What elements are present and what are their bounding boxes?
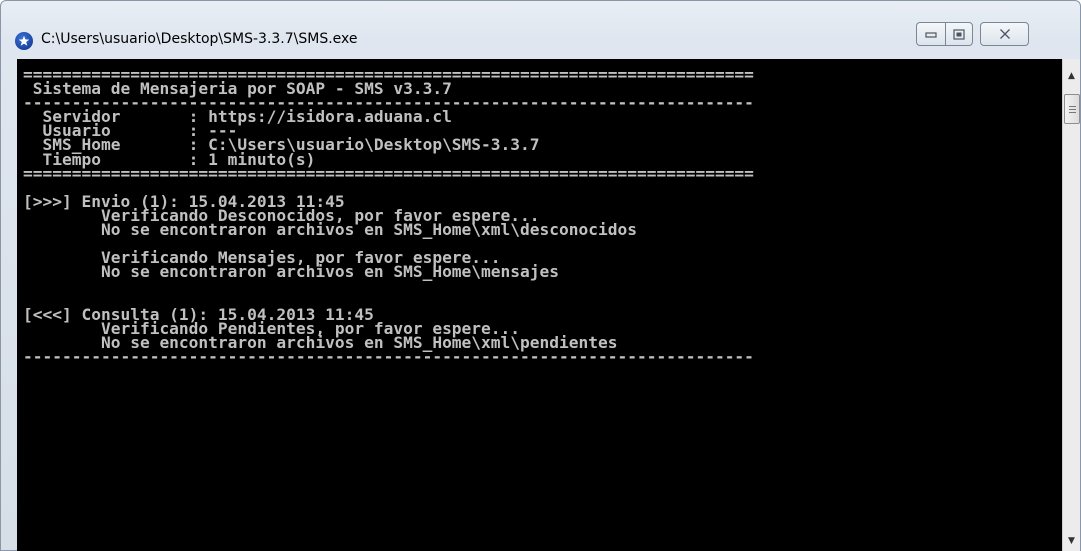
- console-text: ========================================…: [17, 59, 1062, 364]
- close-group: [980, 22, 1029, 46]
- console-output[interactable]: ========================================…: [17, 59, 1062, 551]
- console-line: ----------------------------------------…: [23, 346, 754, 366]
- thumb-grip: [1068, 105, 1076, 107]
- close-icon: [999, 29, 1010, 39]
- console-line: No se encontraron archivos en SMS_Home\x…: [23, 220, 637, 240]
- scrollbar-thumb[interactable]: [1064, 94, 1080, 124]
- minimize-button[interactable]: [916, 22, 945, 46]
- maximize-button[interactable]: [945, 22, 973, 46]
- window-title: C:\Users\usuario\Desktop\SMS-3.3.7\SMS.e…: [41, 31, 358, 47]
- min-max-group: [916, 22, 973, 46]
- app-icon[interactable]: [15, 32, 33, 50]
- thumb-grip: [1068, 108, 1076, 110]
- thumb-grip: [1068, 111, 1076, 113]
- console-line: ========================================…: [23, 163, 754, 183]
- close-button[interactable]: [980, 22, 1029, 46]
- title-bar[interactable]: C:\Users\usuario\Desktop\SMS-3.3.7\SMS.e…: [1, 1, 1080, 57]
- star-icon: [18, 35, 30, 46]
- scroll-up-arrow-icon[interactable]: ▲: [1063, 67, 1080, 84]
- scroll-down-arrow-icon[interactable]: ▼: [1063, 532, 1080, 549]
- maximize-icon: [953, 28, 965, 40]
- console-line: No se encontraron archivos en SMS_Home\m…: [23, 262, 560, 282]
- vertical-scrollbar[interactable]: ▲ ▼: [1062, 59, 1080, 551]
- console-window: C:\Users\usuario\Desktop\SMS-3.3.7\SMS.e…: [0, 0, 1081, 551]
- minimize-icon: [925, 32, 937, 38]
